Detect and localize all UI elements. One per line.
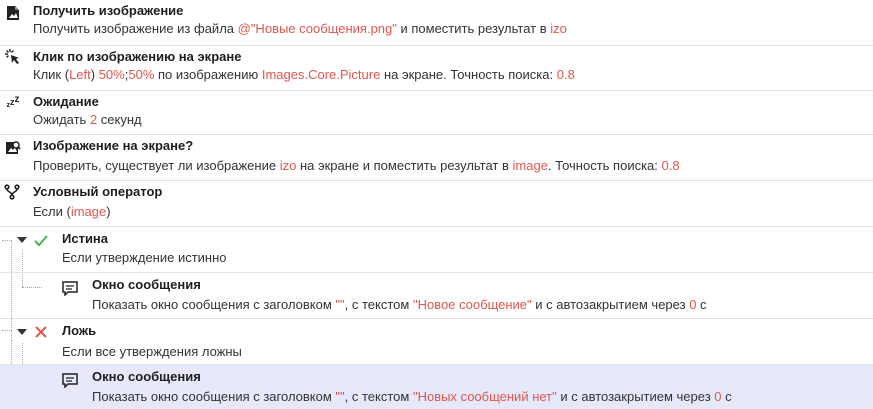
step-title: Ожидание	[33, 94, 99, 109]
step-title: Условный оператор	[33, 184, 163, 199]
step-click-image[interactable]: Клик по изображению на экране Клик (Left…	[0, 46, 873, 91]
collapse-caret-icon[interactable]	[17, 237, 27, 243]
step-message-box[interactable]: Окно сообщения Показать окно сообщения с…	[0, 273, 873, 319]
step-title: Ложь	[62, 323, 97, 338]
message-box-icon	[61, 279, 79, 297]
cross-icon	[32, 323, 50, 341]
image-file-icon	[4, 4, 22, 22]
step-description: Если все утверждения ложны	[62, 344, 242, 359]
step-get-image[interactable]: Получить изображение Получить изображени…	[0, 0, 873, 46]
step-title: Окно сообщения	[92, 277, 201, 292]
step-title: Окно сообщения	[92, 369, 201, 384]
step-description: Показать окно сообщения с заголовком "",…	[92, 389, 732, 404]
image-search-icon	[4, 139, 22, 157]
step-description: Если утверждение истинно	[62, 250, 227, 265]
step-message-box-selected[interactable]: Окно сообщения Показать окно сообщения с…	[0, 365, 873, 409]
branch-false[interactable]: Ложь Если все утверждения ложны	[0, 319, 873, 365]
step-description: Показать окно сообщения с заголовком "",…	[92, 297, 707, 312]
step-description: Если (image)	[33, 204, 111, 219]
step-conditional[interactable]: Условный оператор Если (image)	[0, 181, 873, 227]
step-description: Получить изображение из файла @"Новые со…	[33, 21, 567, 36]
step-title: Изображение на экране?	[33, 138, 194, 153]
step-title: Клик по изображению на экране	[33, 49, 242, 64]
click-pointer-icon	[4, 48, 22, 66]
sleep-zzz-icon: zzz	[6, 93, 20, 109]
step-title: Получить изображение	[33, 3, 184, 18]
collapse-caret-icon[interactable]	[17, 329, 27, 335]
step-wait[interactable]: zzz Ожидание Ожидать 2 секунд	[0, 91, 873, 135]
step-description: Проверить, существует ли изображение izo…	[33, 158, 680, 173]
branch-icon	[3, 183, 21, 201]
step-description: Ожидать 2 секунд	[33, 112, 142, 127]
step-image-on-screen[interactable]: Изображение на экране? Проверить, сущест…	[0, 135, 873, 181]
checkmark-icon	[32, 232, 50, 250]
branch-true[interactable]: Истина Если утверждение истинно	[0, 227, 873, 273]
step-title: Истина	[62, 231, 109, 246]
step-description: Клик (Left) 50%;50% по изображению Image…	[33, 67, 575, 82]
message-box-icon	[61, 371, 79, 389]
